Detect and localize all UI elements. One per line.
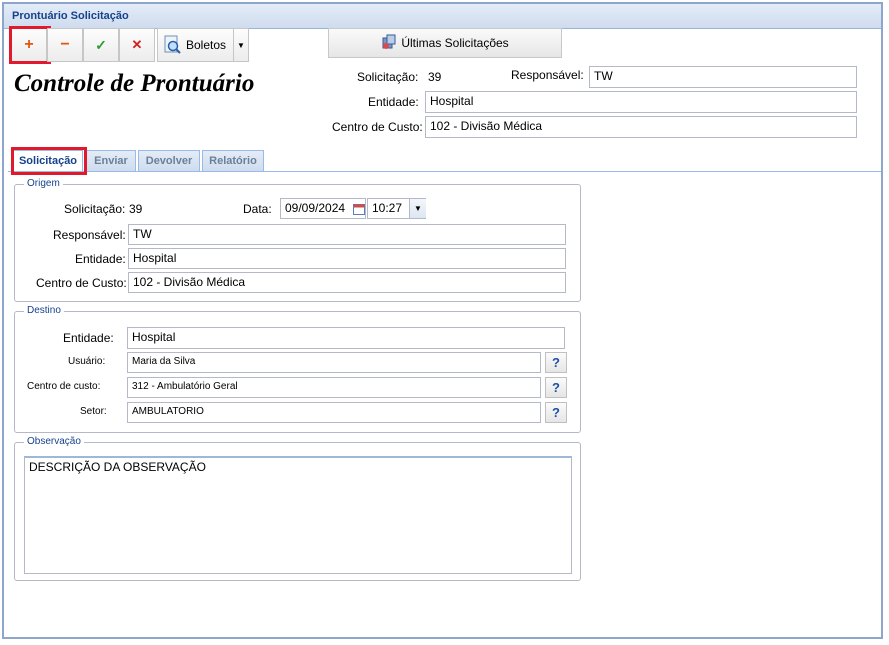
destino-entidade-label: Entidade: — [63, 331, 114, 345]
minus-icon: − — [60, 36, 70, 53]
origem-entidade-label: Entidade: — [75, 252, 126, 266]
destino-centro-field[interactable]: 312 - Ambulatório Geral — [127, 377, 541, 398]
highlight-add-button — [9, 26, 51, 64]
destino-setor-label: Setor: — [80, 406, 107, 417]
observacao-textarea[interactable]: DESCRIÇÃO DA OBSERVAÇÃO — [24, 456, 572, 574]
destino-legend: Destino — [24, 305, 64, 316]
destino-entidade-field[interactable]: Hospital — [127, 327, 565, 349]
centro-lookup-button[interactable]: ? — [545, 377, 567, 398]
origem-responsavel-label: Responsável: — [53, 228, 126, 242]
origem-legend: Origem — [24, 178, 63, 189]
origem-centro-field[interactable]: 102 - Divisão Médica — [128, 272, 566, 293]
destino-centro-label: Centro de custo: — [27, 381, 101, 392]
cancel-button[interactable]: ✕ — [119, 28, 155, 62]
origem-entidade-field[interactable]: Hospital — [128, 248, 566, 269]
destino-usuario-label: Usuário: — [68, 356, 106, 367]
origem-responsavel-field[interactable]: TW — [128, 224, 566, 245]
question-icon: ? — [552, 405, 560, 420]
observacao-legend: Observação — [24, 436, 84, 447]
x-icon: ✕ — [131, 37, 143, 52]
question-icon: ? — [552, 355, 560, 370]
tab-enviar[interactable]: Enviar — [86, 150, 136, 171]
ultimas-solicitacoes-button[interactable]: Últimas Solicitações — [328, 28, 562, 58]
header-solicitacao-label: Solicitação: — [357, 70, 419, 84]
time-dropdown-icon[interactable]: ▼ — [409, 199, 426, 218]
confirm-button[interactable]: ✓ — [83, 28, 119, 62]
header-entidade-label: Entidade: — [368, 95, 419, 109]
question-icon: ? — [552, 380, 560, 395]
destino-setor-field[interactable]: AMBULATORIO — [127, 402, 541, 423]
header-centro-label: Centro de Custo: — [332, 120, 423, 134]
usuario-lookup-button[interactable]: ? — [545, 352, 567, 373]
origem-centro-label: Centro de Custo: — [36, 276, 127, 290]
check-icon: ✓ — [95, 36, 107, 53]
tab-relatorio[interactable]: Relatório — [202, 150, 264, 171]
window-titlebar: Prontuário Solicitação — [4, 4, 881, 29]
history-icon — [381, 34, 397, 53]
ultimas-solicitacoes-label: Últimas Solicitações — [401, 36, 509, 50]
destino-usuario-field[interactable]: Maria da Silva — [127, 352, 541, 373]
window-title: Prontuário Solicitação — [12, 10, 129, 22]
header-centro-field[interactable]: 102 - Divisão Médica — [425, 116, 857, 138]
header-responsavel-field[interactable]: TW — [589, 66, 857, 88]
remove-button[interactable]: − — [47, 28, 83, 62]
origem-solicitacao-label: Solicitação: — [64, 202, 126, 216]
tab-devolver[interactable]: Devolver — [138, 150, 200, 171]
page-title: Controle de Prontuário — [14, 70, 255, 97]
magnifier-document-icon — [164, 35, 182, 55]
header-solicitacao-value: 39 — [428, 70, 442, 84]
calendar-icon[interactable] — [351, 199, 366, 218]
dropdown-arrow-icon: ▼ — [233, 29, 248, 61]
origem-data-label: Data: — [243, 202, 272, 216]
origem-solicitacao-value: 39 — [129, 202, 143, 216]
boletos-label: Boletos — [186, 38, 227, 52]
setor-lookup-button[interactable]: ? — [545, 402, 567, 423]
header-entidade-field[interactable]: Hospital — [425, 91, 857, 113]
boletos-button[interactable]: Boletos ▼ — [157, 28, 249, 62]
highlight-tab-solicitacao — [11, 147, 87, 175]
header-responsavel-label: Responsável: — [511, 68, 584, 82]
